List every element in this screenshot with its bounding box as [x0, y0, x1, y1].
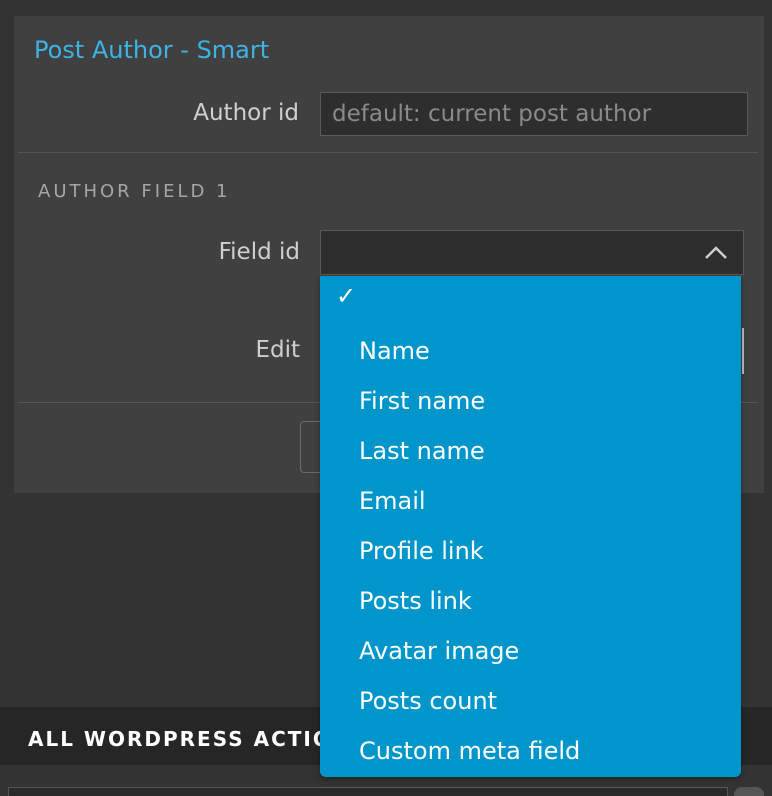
dropdown-option-last-name[interactable]: Last name	[320, 426, 741, 476]
author-field-section-title[interactable]: AUTHOR FIELD 1	[38, 181, 231, 202]
dropdown-option-name[interactable]: Name	[320, 326, 741, 376]
dropdown-option-posts-count[interactable]: Posts count	[320, 676, 741, 726]
dropdown-option-profile-link[interactable]: Profile link	[320, 526, 741, 576]
field-id-select[interactable]	[320, 230, 744, 275]
chevron-up-icon	[705, 246, 727, 259]
wordpress-actions-title: ALL WORDPRESS ACTIONS	[28, 727, 367, 751]
wordpress-toggle[interactable]	[734, 787, 764, 796]
page: Post Author - Smart Author id default: c…	[0, 0, 772, 796]
dropdown-option-first-name[interactable]: First name	[320, 376, 741, 426]
check-icon[interactable]: ✓	[336, 282, 356, 310]
field-id-label: Field id	[218, 239, 300, 265]
dropdown-option-avatar-image[interactable]: Avatar image	[320, 626, 741, 676]
widget-title[interactable]: Post Author - Smart	[34, 36, 269, 64]
edit-label: Edit	[255, 337, 300, 363]
dropdown-options: Name First name Last name Email Profile …	[320, 326, 741, 776]
author-id-input[interactable]: default: current post author	[320, 92, 748, 136]
field-id-dropdown[interactable]: ✓ Name First name Last name Email Profil…	[320, 276, 741, 777]
wordpress-search-input[interactable]	[8, 787, 728, 796]
divider	[18, 152, 758, 153]
author-id-placeholder: default: current post author	[332, 101, 652, 127]
author-id-label: Author id	[193, 100, 299, 126]
dropdown-option-custom-meta-field[interactable]: Custom meta field	[320, 726, 741, 776]
dropdown-option-email[interactable]: Email	[320, 476, 741, 526]
dropdown-option-posts-link[interactable]: Posts link	[320, 576, 741, 626]
